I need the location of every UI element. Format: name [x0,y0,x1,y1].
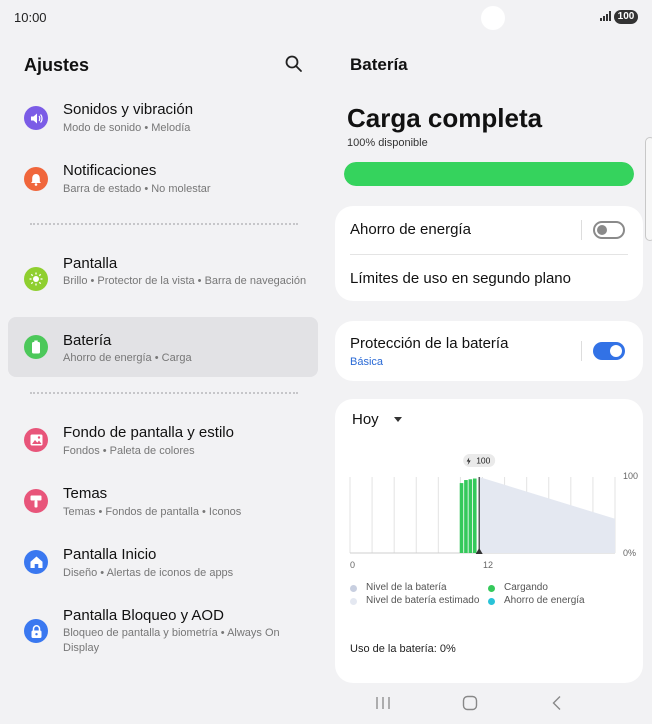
power-settings-card: Ahorro de energía Límites de uso en segu… [335,206,643,301]
item-subtitle: Diseño • Alertas de iconos de apps [63,567,234,579]
period-dropdown[interactable]: Hoy [352,411,403,431]
item-title: Pantalla Bloqueo y AOD [63,607,224,624]
charging-bar [459,483,464,553]
legend-label: Nivel de batería estimado [366,595,480,606]
settings-title: Ajustes [24,55,90,75]
lock-icon [24,619,48,643]
search-icon[interactable] [284,54,304,74]
recent-apps-icon[interactable] [375,696,391,710]
battery-protection-toggle[interactable] [593,342,625,360]
charging-bar [472,478,477,553]
battery-level-fill [344,162,634,186]
battery-protection-card: Protección de la batería Básica [335,321,643,381]
item-subtitle: Barra de estado • No molestar [63,183,211,195]
item-subtitle: Ahorro de energía • Carga [63,352,192,364]
section-divider [30,392,298,394]
settings-item-sounds[interactable]: Sonidos y vibración Modo de sonido • Mel… [8,95,318,141]
battery-usage-text: Uso de la batería: 0% [350,643,456,655]
row-divider [350,254,628,255]
battery-indicator: 100 [614,10,638,24]
x-tick-label: 0 [350,560,355,570]
charge-status-headline: Carga completa [347,103,543,133]
settings-item-battery[interactable]: Batería Ahorro de energía • Carga [8,317,318,377]
y-tick-label: 100 [623,471,638,481]
charging-bar [468,479,473,553]
battery-usage-card: Hoy 100 100 0% 0 12 Nivel de la batería … [335,399,643,683]
charge-available-text: 100% disponible [347,137,428,149]
legend-label: Cargando [504,582,548,593]
settings-item-home-screen[interactable]: Pantalla Inicio Diseño • Alertas de icon… [8,540,318,586]
y-tick-label: 0% [623,548,636,558]
item-title: Notificaciones [63,162,157,179]
battery-protection-mode: Básica [350,356,384,368]
x-tick-label: 12 [483,560,493,570]
bell-icon [24,167,48,191]
status-bar: 10:00 100 [0,0,652,34]
power-saving-toggle[interactable] [593,221,625,239]
legend-swatch [350,598,357,605]
settings-item-notifications[interactable]: Notificaciones Barra de estado • No mole… [8,156,318,202]
battery-protection-label[interactable]: Protección de la batería [350,335,508,352]
item-title: Batería [63,332,112,349]
item-subtitle: Temas • Fondos de pantalla • Iconos [63,506,242,518]
camera-cutout [481,6,505,30]
period-label: Hoy [352,411,379,428]
status-time: 10:00 [14,10,47,25]
item-subtitle: Bloqueo de pantalla y biometría • Always… [63,627,280,654]
charging-bar [464,480,468,553]
settings-item-wallpaper[interactable]: Fondo de pantalla y estilo Fondos • Pale… [8,418,318,464]
chevron-down-icon [394,416,403,422]
charge-marker-label: 100 [476,456,490,466]
toggle-divider [581,341,582,361]
signal-icon [600,11,611,21]
legend-label: Nivel de la batería [366,582,447,593]
item-subtitle: Fondos • Paleta de colores [63,445,195,457]
item-title: Temas [63,485,108,502]
section-divider [30,223,298,225]
item-title: Sonidos y vibración [63,101,194,118]
item-title: Pantalla Inicio [63,546,157,563]
settings-item-lock-screen[interactable]: Pantalla Bloqueo y AOD Bloqueo de pantal… [8,601,318,661]
pane-resize-handle[interactable] [645,137,652,241]
speaker-icon [24,106,48,130]
item-title: Pantalla [63,255,118,272]
estimated-area [479,477,615,553]
page-title: Batería [350,55,408,74]
legend-swatch [488,598,495,605]
settings-item-display[interactable]: Pantalla Brillo • Protector de la vista … [8,248,318,308]
battery-level-bar [344,162,634,186]
background-limits-item[interactable]: Límites de uso en segundo plano [350,270,571,287]
image-icon [24,428,48,452]
legend-swatch [350,585,357,592]
home-icon [24,550,48,574]
legend-swatch [488,585,495,592]
legend-label: Ahorro de energía [504,595,585,606]
item-title: Fondo de pantalla y estilo [63,424,234,441]
battery-icon [24,335,48,359]
navigation-bar [326,684,652,724]
power-saving-label[interactable]: Ahorro de energía [350,221,471,238]
brightness-icon [24,267,48,291]
item-subtitle: Modo de sonido • Melodía [63,122,191,134]
back-icon[interactable] [551,695,563,711]
settings-item-themes[interactable]: Temas Temas • Fondos de pantalla • Icono… [8,479,318,525]
brush-icon [24,489,48,513]
home-button-icon[interactable] [462,695,478,711]
item-subtitle: Brillo • Protector de la vista • Barra d… [63,275,307,287]
toggle-divider [581,220,582,240]
